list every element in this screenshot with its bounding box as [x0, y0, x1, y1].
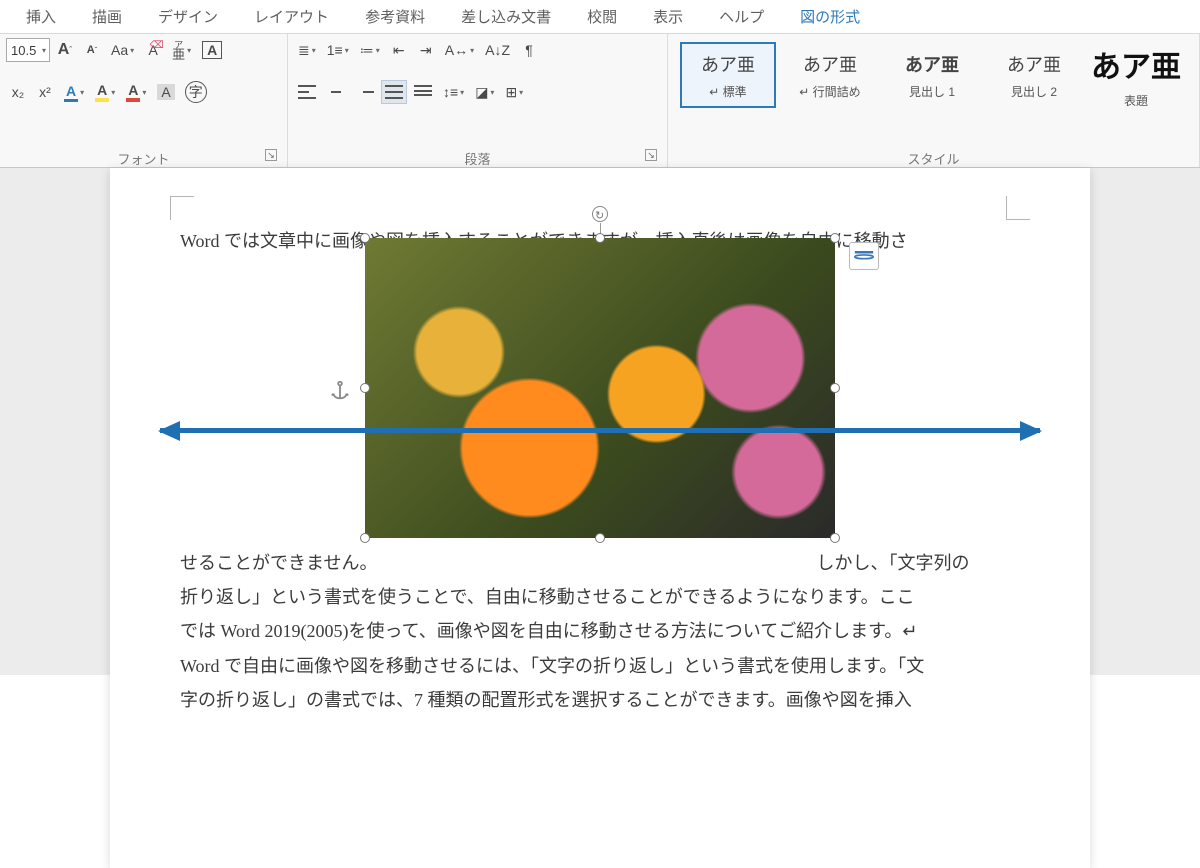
character-shading-button[interactable]: A	[153, 80, 178, 104]
margin-corner-icon	[1006, 196, 1030, 220]
enclose-characters-button[interactable]: 字	[182, 80, 210, 104]
style-preview: あア亜	[905, 51, 959, 77]
align-center-button[interactable]	[323, 80, 349, 104]
tab-mailings[interactable]: 差し込み文書	[443, 0, 569, 33]
distribute-button[interactable]	[410, 80, 436, 104]
tab-draw[interactable]: 描画	[74, 0, 140, 33]
text-effects-button[interactable]: A	[60, 80, 88, 104]
image-content	[365, 238, 835, 538]
align-justify-button[interactable]	[381, 80, 407, 104]
resize-handle[interactable]	[360, 383, 370, 393]
style-caption: 見出し 1	[909, 83, 955, 100]
align-right-button[interactable]	[352, 80, 378, 104]
group-paragraph-label: 段落 ↘	[294, 145, 661, 167]
style-heading-2[interactable]: あア亜 見出し 2	[986, 42, 1082, 108]
style-preview: あア亜	[803, 51, 857, 77]
group-font-label: フォント ↘	[6, 145, 281, 167]
tab-insert[interactable]: 挿入	[8, 0, 74, 33]
styles-gallery[interactable]: あア亜 ↵ 標準 あア亜 ↵ 行間詰め あア亜 見出し 1 あア亜 見出し 2 …	[674, 38, 1193, 108]
phonetic-guide-button[interactable]: ア亜	[168, 38, 195, 62]
style-caption: ↵ 行間詰め	[799, 83, 860, 100]
margin-corner-icon	[170, 196, 194, 220]
tab-view[interactable]: 表示	[635, 0, 701, 33]
tab-picture-format[interactable]: 図の形式	[782, 0, 878, 33]
paragraph-dialog-launcher[interactable]: ↘	[645, 149, 657, 161]
clear-formatting-button[interactable]: A⌫	[141, 38, 165, 62]
style-heading-1[interactable]: あア亜 見出し 1	[884, 42, 980, 108]
body-text-line: Word で自由に画像や図を移動させるには、「文字の折り返し」という書式を使用し…	[180, 649, 1020, 683]
body-text: せることができません。 しかし、「文字列の 折り返し」という書式を使うことで、自…	[180, 546, 1020, 717]
style-title[interactable]: あア亜 表題	[1088, 42, 1184, 108]
tab-design[interactable]: デザイン	[140, 0, 236, 33]
resize-handle[interactable]	[595, 233, 605, 243]
style-caption: 表題	[1124, 92, 1148, 109]
tab-review[interactable]: 校閲	[569, 0, 635, 33]
line-spacing-button[interactable]: ↕≡	[439, 80, 468, 104]
resize-handle[interactable]	[830, 233, 840, 243]
group-paragraph: ≣ 1≡ ≔ ⇤ ⇥ A↔ A↓Z ¶ ↕≡ ◪ ⊞ 段落 ↘	[288, 34, 668, 167]
resize-handle[interactable]	[830, 383, 840, 393]
ribbon-tabs: 挿入 描画 デザイン レイアウト 参考資料 差し込み文書 校閲 表示 ヘルプ 図…	[0, 0, 1200, 34]
font-dialog-launcher[interactable]: ↘	[265, 149, 277, 161]
layout-options-button[interactable]	[849, 242, 879, 270]
tab-references[interactable]: 参考資料	[347, 0, 443, 33]
body-text-span: しかし、「文字列の	[816, 553, 969, 573]
resize-handle[interactable]	[360, 533, 370, 543]
change-case-button[interactable]: Aa	[107, 38, 138, 62]
inserted-image[interactable]	[365, 238, 835, 538]
increase-indent-button[interactable]: ⇥	[414, 38, 438, 62]
tab-layout[interactable]: レイアウト	[236, 0, 347, 33]
font-size-combo[interactable]: 10.5	[6, 38, 50, 62]
show-marks-button[interactable]: ¶	[517, 38, 541, 62]
resize-handle[interactable]	[360, 233, 370, 243]
shrink-font-button[interactable]: Aˇ	[80, 38, 104, 62]
asian-layout-button[interactable]: A↔	[441, 38, 478, 62]
character-border-button[interactable]: A	[198, 38, 226, 62]
style-normal[interactable]: あア亜 ↵ 標準	[680, 42, 776, 108]
shading-button[interactable]: ◪	[471, 80, 498, 104]
style-preview: あア亜	[1091, 42, 1181, 86]
style-no-spacing[interactable]: あア亜 ↵ 行間詰め	[782, 42, 878, 108]
font-color-button[interactable]: A	[122, 80, 150, 104]
numbering-button[interactable]: 1≡	[323, 38, 353, 62]
style-preview: あア亜	[1007, 51, 1061, 77]
style-preview: あア亜	[701, 51, 755, 77]
group-styles: あア亜 ↵ 標準 あア亜 ↵ 行間詰め あア亜 見出し 1 あア亜 見出し 2 …	[668, 34, 1200, 167]
highlight-button[interactable]: A	[91, 80, 119, 104]
bullets-button[interactable]: ≣	[294, 38, 320, 62]
sort-button[interactable]: A↓Z	[481, 38, 514, 62]
group-font: 10.5 Aˆ Aˇ Aa A⌫ ア亜 A x₂ x² A A A A 字	[0, 34, 288, 167]
resize-handle[interactable]	[830, 533, 840, 543]
page[interactable]: Word では文章中に画像や図を挿入することができますが、挿入直後は画像を自由に…	[110, 168, 1090, 868]
rotate-handle-icon[interactable]	[592, 206, 608, 222]
style-caption: 見出し 2	[1011, 83, 1057, 100]
borders-button[interactable]: ⊞	[501, 80, 527, 104]
ribbon: 10.5 Aˆ Aˇ Aa A⌫ ア亜 A x₂ x² A A A A 字	[0, 34, 1200, 168]
multilevel-list-button[interactable]: ≔	[356, 38, 384, 62]
decrease-indent-button[interactable]: ⇤	[387, 38, 411, 62]
horizontal-arrow-annotation	[160, 428, 1040, 433]
body-text-line: 字の折り返し」の書式では、7 種類の配置形式を選択することができます。画像や図を…	[180, 683, 1020, 717]
body-text-span: せることができません。	[180, 553, 377, 573]
grow-font-button[interactable]: Aˆ	[53, 38, 77, 62]
tab-help[interactable]: ヘルプ	[701, 0, 782, 33]
style-caption: ↵ 標準	[709, 83, 746, 100]
superscript-button[interactable]: x²	[33, 80, 57, 104]
body-text-line: では Word 2019(2005)を使って、画像や図を自由に移動させる方法につ…	[180, 614, 1020, 648]
document-viewport[interactable]: Word では文章中に画像や図を挿入することができますが、挿入直後は画像を自由に…	[0, 168, 1200, 675]
group-styles-label: スタイル	[674, 145, 1193, 167]
font-size-value: 10.5	[11, 43, 36, 58]
align-left-button[interactable]	[294, 80, 320, 104]
subscript-button[interactable]: x₂	[6, 80, 30, 104]
anchor-icon[interactable]	[329, 378, 351, 400]
body-text-line: 折り返し」という書式を使うことで、自由に移動させることができるようになります。こ…	[180, 580, 1020, 614]
resize-handle[interactable]	[595, 533, 605, 543]
